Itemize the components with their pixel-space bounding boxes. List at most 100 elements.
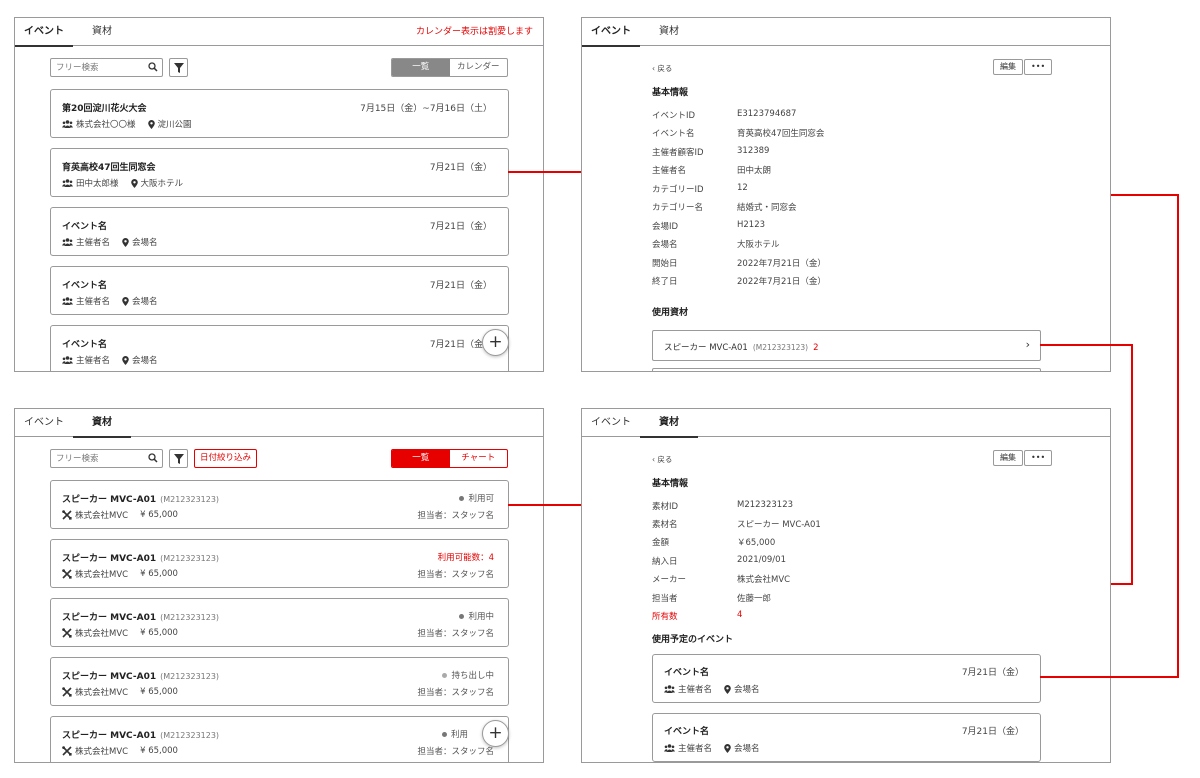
maker-name: 株式会社MVC [75,747,129,757]
search-box[interactable] [50,58,163,77]
event-card[interactable]: 第20回淀川花火大会 7月15日（金）~7月16日（土） 株式会社〇〇様 淀川公… [50,89,509,138]
material-code: (M212323123) [160,495,220,504]
material-card[interactable]: スピーカー MVC-A01 (M212323123) 利用可 株式会社MVC ¥ … [50,480,509,529]
location-pin-icon [122,237,129,247]
status-badge: 利用可 [459,492,494,504]
organizer-name: 主催者名 [678,744,713,754]
calendar-view-button[interactable]: カレンダー [450,59,508,76]
venue-name: 会場名 [734,744,760,754]
staff-label: 担当者：スタッフ名 [417,629,494,639]
event-card[interactable]: イベント名 7月21日（金） 主催者名 会場名 [50,266,509,315]
field-row: 開始日 2022年7月21日（金） [652,257,826,269]
field-value: ￥65,000 [737,538,776,548]
material-list-panel: イベント 資材 日付絞り込み 一覧 チャート スピーカー MVC-A01(M21… [14,408,544,763]
material-card[interactable]: スピーカー MVC-A01 (M212323123) 利用可能数：4 株式会社MV… [50,539,509,588]
event-title: イベント名 [62,281,108,291]
field-label: 納入日 [652,557,678,567]
maker-name: 株式会社MVC [75,511,129,521]
field-label: 金額 [652,538,670,548]
tab-materials[interactable]: 資材 [73,18,131,46]
tab-bar: イベント 資材 [582,409,1110,438]
field-row: 主催者顧客ID 312389 [652,146,769,158]
search-icon[interactable] [148,453,158,466]
material-card[interactable]: スピーカー MVC-A01 (M212323123) 持ち出し中 株式会社MVC … [50,657,509,706]
location-pin-icon [122,355,129,365]
event-card[interactable]: イベント名 7月21日（金） 主催者名 会場名 [652,713,1041,762]
material-title: スピーカー MVC-A01 [62,613,157,623]
filter-icon [174,454,184,464]
field-value: 2022年7月21日（金） [737,277,826,287]
field-label: イベント名 [652,129,695,139]
back-link[interactable]: ‹ 戻る [652,454,672,465]
chart-view-button[interactable]: チャート [450,450,508,467]
material-title: スピーカー MVC-A01 [62,672,157,682]
search-icon[interactable] [148,62,158,75]
material-title: スピーカー MVC-A01 [62,554,157,564]
tab-bar: イベント 資材 [15,409,543,438]
more-button[interactable]: ••• [1024,59,1053,75]
maker-name: 株式会社MVC [75,629,129,639]
event-date: 7月15日（金）~7月16日（土） [360,104,492,114]
field-row: 終了日 2022年7月21日（金） [652,275,826,287]
people-icon [62,238,73,246]
field-row: 会場ID H2123 [652,220,765,232]
people-icon [62,179,73,187]
event-card[interactable]: イベント名 7月21日（金） 主催者名 会場名 [50,325,509,371]
field-value: 結婚式・同窓会 [737,203,797,213]
field-label: 主催者名 [652,166,687,176]
tab-events[interactable]: イベント [582,18,640,47]
field-label: 所有数 [652,612,678,622]
field-value: 312389 [737,146,770,156]
material-code: (M212323123) [752,343,809,352]
date-filter-button[interactable]: 日付絞り込み [194,449,258,468]
location-pin-icon [724,684,731,694]
search-box[interactable] [50,449,163,468]
organizer-name: 主催者名 [76,297,111,307]
edit-button[interactable]: 編集 [993,59,1023,75]
price: ¥ 65,000 [140,510,178,520]
field-value: 田中太朗 [737,166,772,176]
add-material-button[interactable]: + [482,720,509,747]
status-label: 持ち出し中 [451,671,494,681]
material-row[interactable]: スピーカー MVC-A01 (M212323123) 2 › [652,330,1041,361]
filter-button[interactable] [169,58,188,77]
event-card[interactable]: イベント名 7月21日（金） 主催者名 会場名 [652,654,1041,703]
back-link[interactable]: ‹ 戻る [652,63,672,74]
calendar-notice: カレンダー表示は割愛します [415,27,533,37]
material-card[interactable]: スピーカー MVC-A01 (M212323123) 利用 株式会社MVC ¥ 6… [50,716,509,762]
venue-name: 会場名 [132,356,158,366]
list-view-button[interactable]: 一覧 [392,59,450,76]
event-card[interactable]: 育英高校47回生同窓会 7月21日（金） 田中太郎様 大阪ホテル [50,148,509,197]
event-date: 7月21日（金） [429,222,492,232]
tab-events[interactable]: イベント [15,18,73,47]
people-icon [62,297,73,305]
edit-button[interactable]: 編集 [993,450,1023,466]
field-value: 2022年7月21日（金） [737,259,826,269]
event-date: 7月21日（金） [961,727,1024,737]
field-row: 会場名 大阪ホテル [652,238,780,250]
tab-materials[interactable]: 資材 [640,409,698,438]
field-value: M212323123 [737,500,794,510]
tools-icon [62,687,72,697]
search-input[interactable] [51,59,141,76]
search-input[interactable] [51,450,141,467]
add-event-button[interactable]: + [482,329,509,356]
field-row: 素材名 スピーカー MVC-A01 [652,518,821,530]
more-button[interactable]: ••• [1024,450,1053,466]
field-row: メーカー 株式会社MVC [652,573,790,585]
filter-button[interactable] [169,449,188,468]
field-row: イベント名 育英高校47回生同窓会 [652,127,824,139]
tab-events[interactable]: イベント [15,409,73,437]
tab-materials[interactable]: 資材 [73,409,131,438]
field-label: 主催者顧客ID [652,148,704,158]
filter-icon [174,63,184,73]
list-view-button[interactable]: 一覧 [392,450,450,467]
field-label: 担当者 [652,594,678,604]
material-row[interactable] [652,368,1041,371]
material-card[interactable]: スピーカー MVC-A01 (M212323123) 利用中 株式会社MVC ¥ … [50,598,509,647]
field-value: H2123 [737,220,766,230]
section-used-materials: 使用資材 [652,308,689,318]
tab-materials[interactable]: 資材 [640,18,698,46]
tab-events[interactable]: イベント [582,409,640,437]
event-card[interactable]: イベント名 7月21日（金） 主催者名 会場名 [50,207,509,256]
